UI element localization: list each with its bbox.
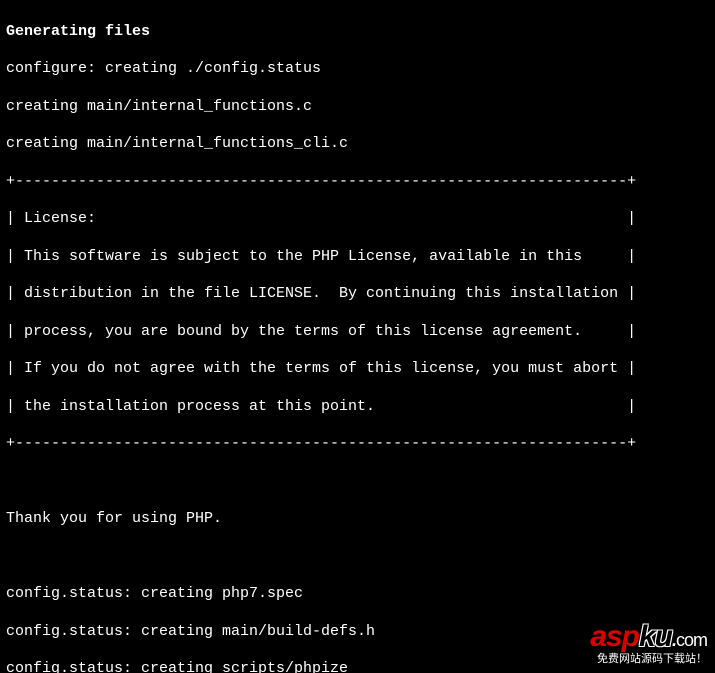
output-line: creating main/internal_functions_cli.c: [6, 135, 709, 154]
watermark: aspku.com 免费网站源码下载站！: [590, 618, 707, 667]
license-line: | distribution in the file LICENSE. By c…: [6, 285, 709, 304]
brand-letter-u: u: [655, 620, 672, 653]
license-line: | License: |: [6, 210, 709, 229]
brand-com: com: [676, 630, 707, 650]
license-line: | If you do not agree with the terms of …: [6, 360, 709, 379]
watermark-tagline: 免费网站源码下载站！: [590, 653, 707, 667]
blank-line: [6, 473, 709, 492]
status-line: config.status: creating php7.spec: [6, 585, 709, 604]
license-line: | This software is subject to the PHP Li…: [6, 248, 709, 267]
license-line: | process, you are bound by the terms of…: [6, 323, 709, 342]
output-line: creating main/internal_functions.c: [6, 98, 709, 117]
box-border-top: +---------------------------------------…: [6, 173, 709, 192]
thanks-line: Thank you for using PHP.: [6, 510, 709, 529]
watermark-brand: aspku.com: [590, 618, 707, 656]
brand-letter-a: a: [590, 620, 606, 653]
brand-letter-p: p: [622, 620, 639, 653]
box-border-bottom: +---------------------------------------…: [6, 435, 709, 454]
brand-letter-k: k: [639, 620, 655, 653]
output-line: configure: creating ./config.status: [6, 60, 709, 79]
license-line: | the installation process at this point…: [6, 398, 709, 417]
brand-letter-s: s: [606, 620, 622, 653]
terminal-output: Generating files configure: creating ./c…: [0, 0, 715, 673]
blank-line: [6, 548, 709, 567]
section-title: Generating files: [6, 23, 709, 42]
